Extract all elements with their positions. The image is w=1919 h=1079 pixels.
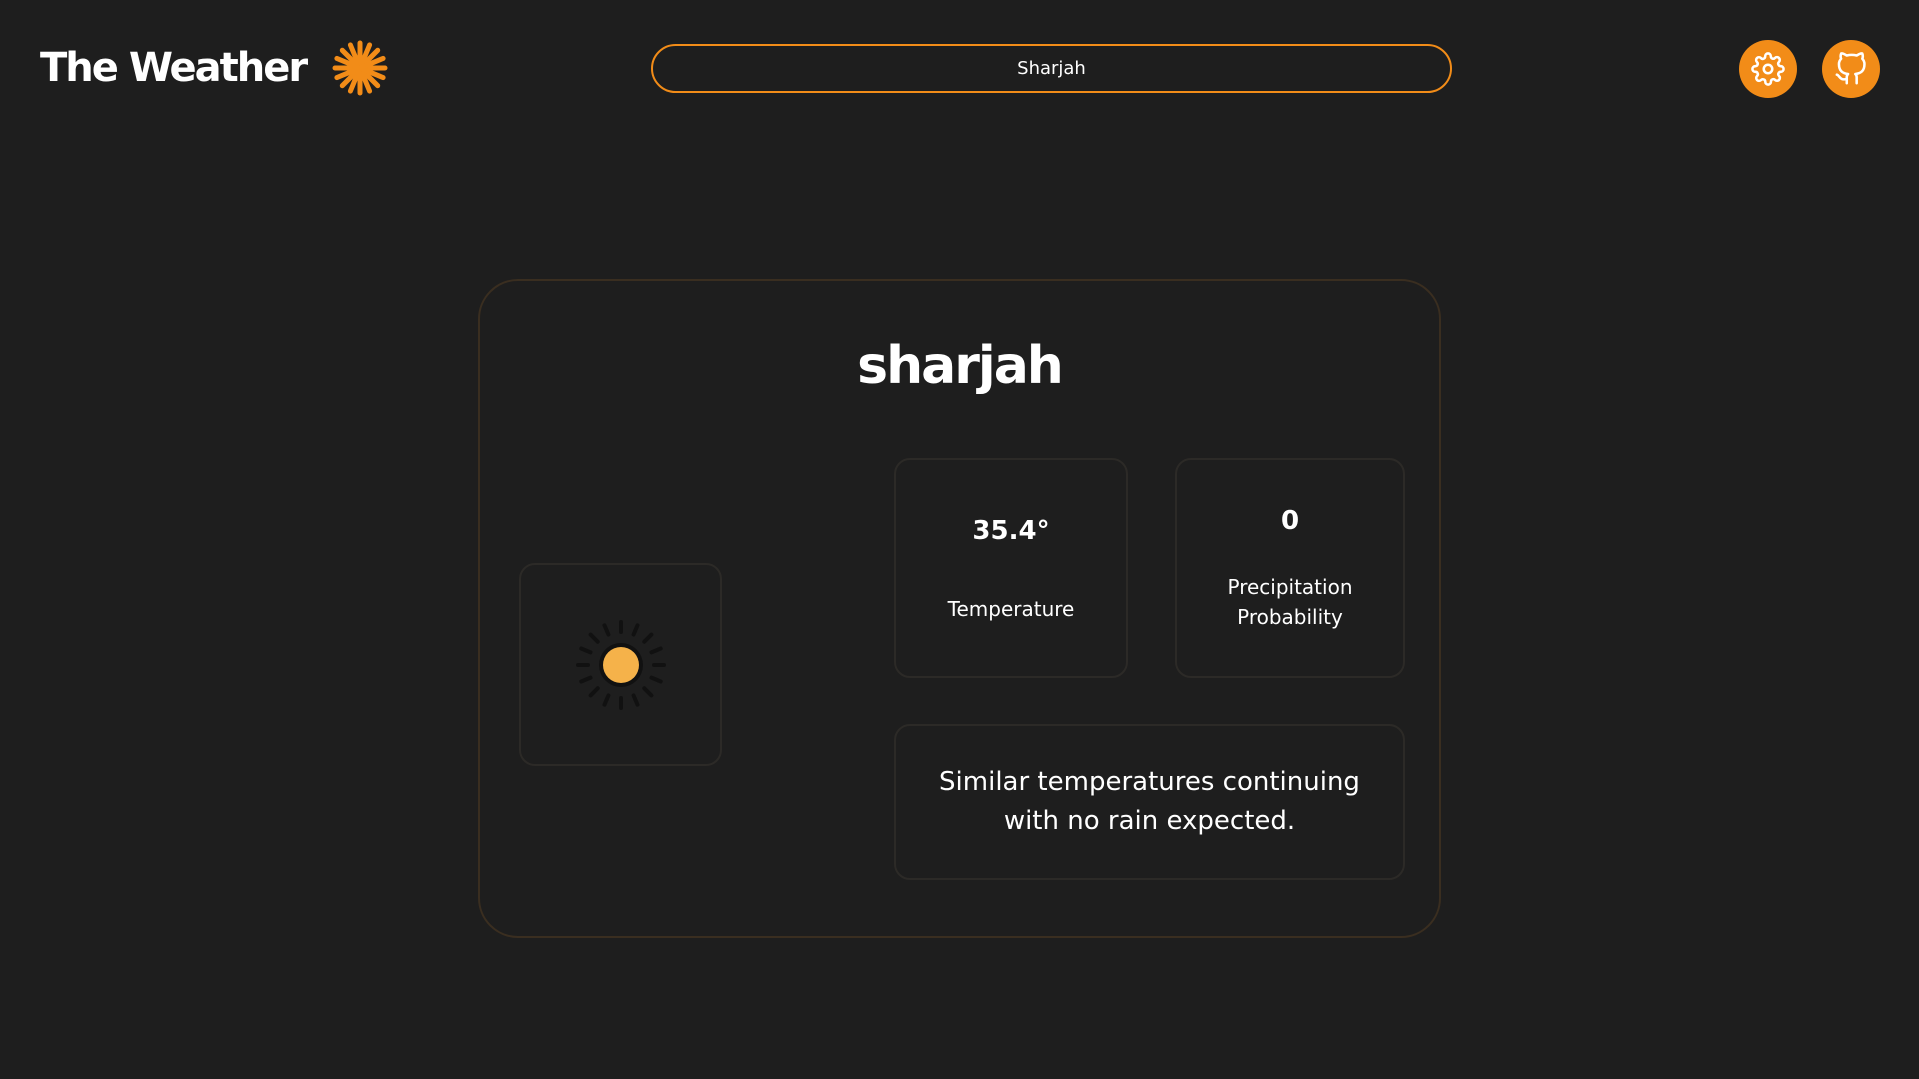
forecast-summary: Similar temperatures continuing with no … [939,767,1360,836]
temperature-value: 35.4° [972,516,1050,546]
gear-icon [1751,52,1785,86]
city-name: sharjah [857,336,1064,396]
condition-tile [519,563,722,766]
precipitation-label: Precipitation Probability [1227,575,1353,629]
weather-app: The Weather sh [0,0,1919,1079]
github-icon [1835,52,1866,85]
forecast-summary-tile: Similar temperatures continuing with no … [894,724,1405,880]
sunburst-icon [332,40,388,96]
settings-button[interactable] [1739,40,1797,98]
temperature-label: Temperature [947,597,1075,621]
sun-icon [575,619,666,710]
weather-card: sharjah 35.4° Temperature 0 Precipitatio… [478,279,1441,938]
temperature-tile: 35.4° Temperature [894,458,1128,678]
app-title: The Weather [40,45,308,91]
precipitation-value: 0 [1280,506,1300,536]
github-button[interactable] [1822,40,1880,98]
app-logo[interactable]: The Weather [40,38,388,98]
search-bar[interactable] [651,44,1452,93]
search-input[interactable] [653,45,1450,92]
precipitation-tile: 0 Precipitation Probability [1175,458,1405,678]
